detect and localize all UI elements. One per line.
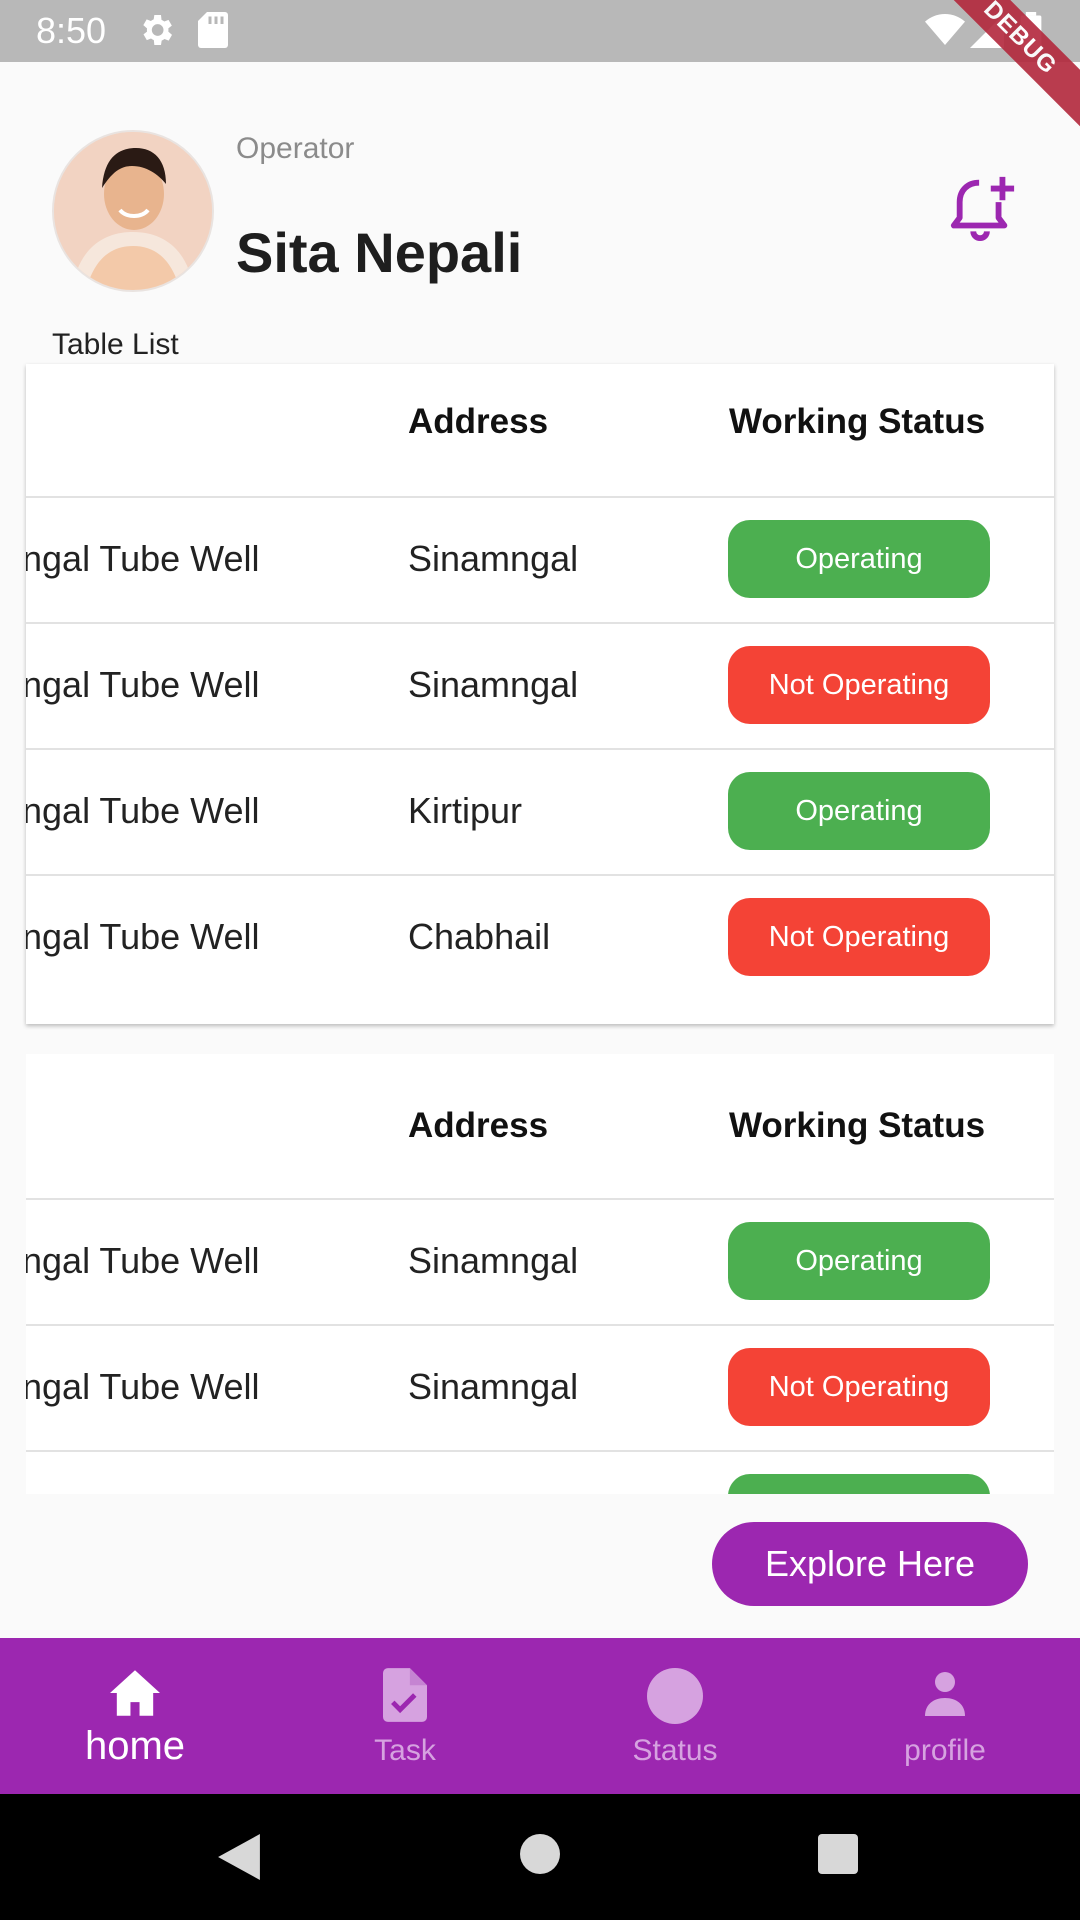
nav-profile[interactable]: profile [810,1638,1080,1794]
section-label: Table List [52,328,179,361]
status-time: 8:50 [36,10,107,51]
status-icon [647,1668,703,1724]
nav-profile-label: profile [904,1734,986,1767]
status-badge-partial[interactable] [728,1474,990,1494]
nav-status[interactable]: Status [540,1638,810,1794]
table-row[interactable]: ngal Tube Well Sinamngal Not Operating [26,624,1054,750]
cell-name: ngal Tube Well [26,1240,260,1281]
column-header-address: Address [408,1106,549,1145]
status-badge[interactable]: Not Operating [728,898,990,976]
nav-home[interactable]: home [0,1638,270,1794]
explore-button[interactable]: Explore Here [712,1522,1028,1606]
avatar[interactable] [52,130,214,292]
cell-address: Sinamngal [408,664,579,705]
cell-name: ngal Tube Well [26,664,260,705]
sd-card-icon [198,12,228,48]
wifi-icon [925,14,965,45]
cell-address: Sinamngal [408,1240,579,1281]
column-header-status: Working Status [729,402,986,441]
table-header: Address Working Status [26,364,1054,498]
cell-name: ngal Tube Well [26,538,260,579]
table-row[interactable]: ngal Tube Well Sinamngal Operating [26,1200,1054,1326]
add-alert-icon[interactable] [948,172,1018,244]
column-header-address: Address [408,402,549,441]
status-badge[interactable]: Not Operating [728,1348,990,1426]
person-icon [925,1672,965,1716]
table-card-1: Address Working Status ngal Tube Well Si… [26,364,1054,1024]
nav-status-label: Status [632,1734,718,1767]
table-row[interactable]: ngal Tube Well Sinamngal Not Operating [26,1326,1054,1452]
bottom-navigation: home Task Status profile [0,1638,1080,1794]
status-badge[interactable]: Operating [728,520,990,598]
nav-home-label: home [84,1724,186,1768]
cell-name: ngal Tube Well [26,1366,260,1407]
cell-address: Chabhail [408,916,551,957]
cell-address: Sinamngal [408,1366,579,1407]
table-card-2: Address Working Status ngal Tube Well Si… [26,1054,1054,1494]
cell-address: Sinamngal [408,538,579,579]
cell-name: ngal Tube Well [26,916,260,957]
task-icon [383,1668,427,1722]
nav-task-label: Task [374,1734,436,1767]
user-name: Sita Nepali [236,221,523,284]
cell-name: ngal Tube Well [26,790,260,831]
recents-icon[interactable] [818,1834,858,1874]
user-role: Operator [236,132,355,165]
home-icon [110,1670,160,1716]
settings-icon [143,15,172,45]
nav-task[interactable]: Task [270,1638,540,1794]
system-navigation-bar [0,1794,1080,1920]
status-badge[interactable]: Operating [728,1222,990,1300]
avatar-image [54,132,212,290]
cell-address: Kirtipur [408,790,523,831]
table-header: Address Working Status [26,1054,1054,1200]
back-icon[interactable] [218,1834,260,1880]
status-bar: 8:50 [0,0,1080,62]
status-badge[interactable]: Not Operating [728,646,990,724]
table-row[interactable]: ngal Tube Well Sinamngal Operating [26,498,1054,624]
table-row-partial[interactable] [26,1452,1054,1494]
home-nav-icon[interactable] [520,1834,560,1874]
column-header-status: Working Status [729,1106,986,1145]
table-row[interactable]: ngal Tube Well Kirtipur Operating [26,750,1054,876]
status-badge[interactable]: Operating [728,772,990,850]
table-row[interactable]: ngal Tube Well Chabhail Not Operating [26,876,1054,1000]
